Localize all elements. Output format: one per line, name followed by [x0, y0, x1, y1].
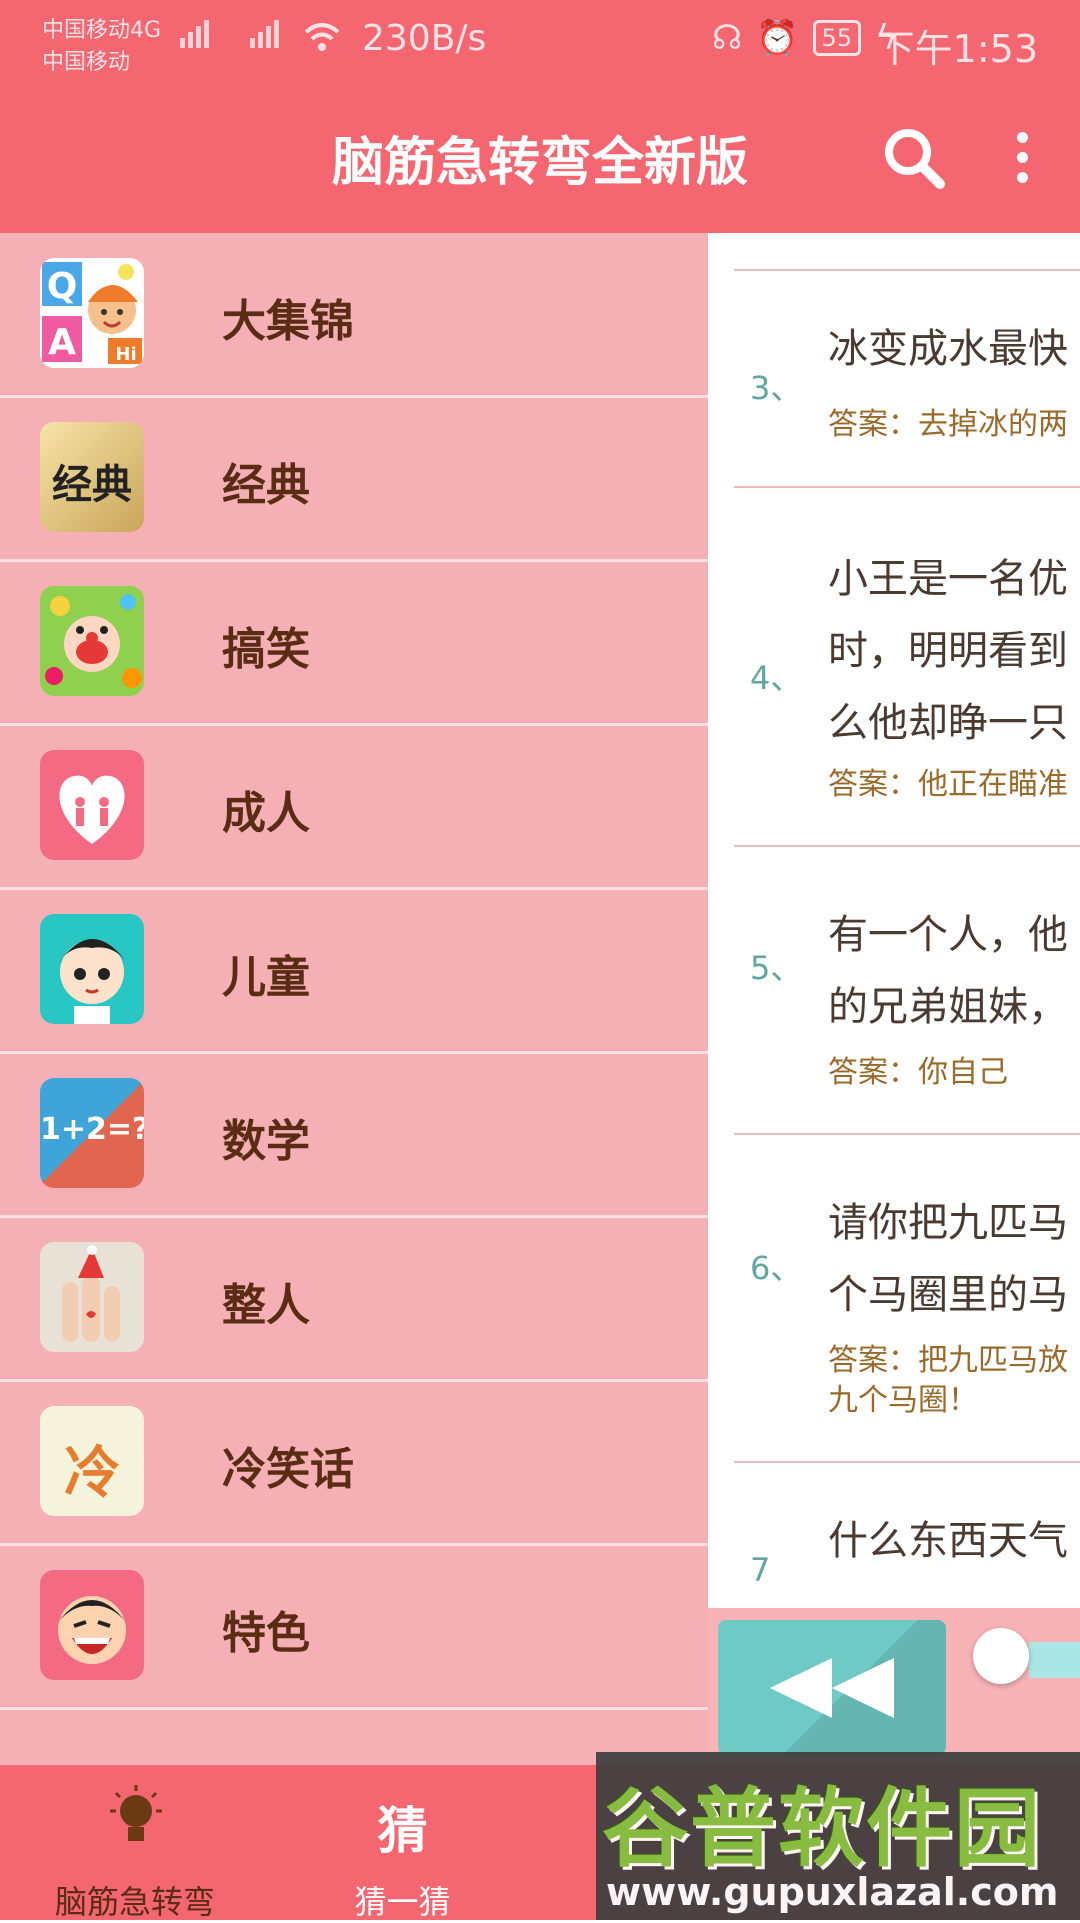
cold-joke-icon: 冷 [40, 1406, 144, 1516]
question-number: 4、 [750, 659, 803, 697]
more-vert-icon [1016, 152, 1028, 163]
question-text: 时，明明看到 [828, 628, 1068, 674]
nav-guess[interactable]: 猜 猜一猜 [335, 1765, 470, 1921]
nav-brain-teaser[interactable]: 脑筋急转弯 [40, 1765, 230, 1921]
question-text: 的兄弟姐妹， [828, 984, 1068, 1030]
question-list[interactable]: 3、 冰变成水最快 答案：去掉冰的两 4、 小王是一名优 时，明明看到 么他却睁… [708, 233, 1080, 1608]
status-icons: ☊ ⏰ 55 ϟ [712, 18, 898, 58]
watermark-url: www.gupuxlazal.com [606, 1870, 1059, 1914]
question-text: 请你把九匹马 [828, 1200, 1068, 1246]
more-vert-icon [1016, 132, 1028, 143]
question-text: 个马圈里的马 [828, 1272, 1068, 1318]
drawer-item-label: 整人 [222, 1280, 310, 1331]
child-face-icon [40, 914, 144, 1024]
question-text: 小王是一名优 [828, 556, 1068, 602]
drawer-item-label: 搞笑 [222, 624, 310, 675]
question-number: 3、 [750, 369, 803, 407]
math-icon: 1+2=? [40, 1078, 144, 1188]
answer-text: 九个马圈！ [828, 1383, 978, 1418]
app-bar: 中国移动4G 中国移动 230B/s ☊ ⏰ 55 ϟ 下午1:53 脑筋急转弯… [0, 0, 1080, 233]
drawer-item-math[interactable]: 1+2=? 数学 [0, 1053, 708, 1218]
answer-text: 答案：去掉冰的两 [828, 407, 1068, 442]
math-icon-text: 1+2=? [40, 1112, 144, 1147]
question-number: 7 [750, 1551, 771, 1589]
drawer-item-label: 经典 [222, 460, 310, 511]
list-divider [734, 1133, 1080, 1135]
drawer-item-label: 特色 [222, 1608, 310, 1659]
question-text: 么他却睁一只 [828, 700, 1068, 746]
wifi-icon [304, 23, 340, 51]
guess-icon: 猜 [377, 1802, 428, 1860]
question-text: 冰变成水最快 [828, 326, 1068, 372]
drawer-item-special[interactable]: 特色 [0, 1545, 708, 1710]
classic-calligraphy-icon: 经典 [40, 422, 144, 532]
drawer-item-funny[interactable]: 搞笑 [0, 561, 708, 726]
question-number: 5、 [750, 949, 803, 987]
list-divider [734, 486, 1080, 488]
nav-label: 猜一猜 [354, 1883, 451, 1921]
question-text: 什么东西天气 [828, 1518, 1068, 1564]
answer-text: 答案：你自己 [828, 1055, 1008, 1090]
player-controls [708, 1608, 1080, 1765]
drawer-item-label: 儿童 [222, 952, 310, 1003]
signal-icon [250, 20, 282, 48]
svg-text:A: A [48, 322, 76, 363]
progress-knob[interactable] [973, 1628, 1029, 1684]
battery-level: 55 [812, 20, 862, 56]
status-bar: 中国移动4G 中国移动 230B/s ☊ ⏰ 55 ϟ 下午1:53 [0, 0, 1080, 90]
list-divider [734, 845, 1080, 847]
category-drawer: Q A Hi 大集锦 经典 经典 搞笑 成人 儿童 1+2=? 数学 整人 冷 … [0, 233, 708, 1765]
drawer-item-label: 数学 [222, 1116, 310, 1167]
funny-clown-icon [40, 586, 144, 696]
drawer-item-classic[interactable]: 经典 经典 [0, 397, 708, 562]
carrier-primary: 中国移动4G [42, 18, 162, 43]
svg-text:Hi: Hi [115, 344, 136, 365]
classic-icon-text: 经典 [52, 461, 132, 508]
watermark: 谷普软件园 www.gupuxlazal.com [596, 1752, 1080, 1920]
status-clock: 下午1:53 [876, 27, 1038, 71]
progress-track[interactable] [1029, 1642, 1080, 1678]
answer-text: 答案：他正在瞄准 [828, 767, 1068, 802]
laughing-man-icon [40, 1570, 144, 1680]
heart-couple-icon [40, 750, 144, 860]
question-number: 6、 [750, 1249, 803, 1287]
more-vert-icon [1016, 172, 1028, 183]
rewind-icon [770, 1658, 894, 1718]
alarm-icon: ⏰ [756, 18, 799, 58]
watermark-brand: 谷普软件园 [602, 1779, 1042, 1879]
answer-text: 答案：把九匹马放 [828, 1343, 1068, 1378]
list-divider [734, 269, 1080, 271]
signal-icon [180, 20, 212, 48]
drawer-item-label: 冷笑话 [222, 1444, 354, 1495]
drawer-item-cold-joke[interactable]: 冷 冷笑话 [0, 1381, 708, 1546]
svg-text:Q: Q [47, 266, 78, 307]
drawer-item-label: 大集锦 [222, 296, 354, 347]
overflow-menu-button[interactable] [1002, 126, 1042, 190]
search-icon [885, 129, 945, 189]
network-speed: 230B/s [362, 18, 487, 59]
drawer-item-adult[interactable]: 成人 [0, 725, 708, 890]
rewind-button[interactable] [718, 1620, 946, 1755]
nav-label: 脑筋急转弯 [54, 1883, 215, 1921]
drawer-item-prank[interactable]: 整人 [0, 1217, 708, 1382]
question-text: 有一个人，他 [828, 912, 1068, 958]
drawer-item-collection[interactable]: Q A Hi 大集锦 [0, 233, 708, 398]
lightbulb-icon [110, 1785, 162, 1841]
carrier-secondary: 中国移动 [42, 50, 131, 75]
cold-icon-text: 冷 [64, 1441, 120, 1506]
finger-puppets-icon [40, 1242, 144, 1352]
list-divider [734, 1461, 1080, 1463]
search-button[interactable] [880, 124, 948, 192]
qa-cartoon-icon: Q A Hi [40, 258, 144, 368]
drawer-item-label: 成人 [222, 788, 310, 839]
drawer-item-children[interactable]: 儿童 [0, 889, 708, 1054]
headset-icon: ☊ [712, 18, 743, 58]
